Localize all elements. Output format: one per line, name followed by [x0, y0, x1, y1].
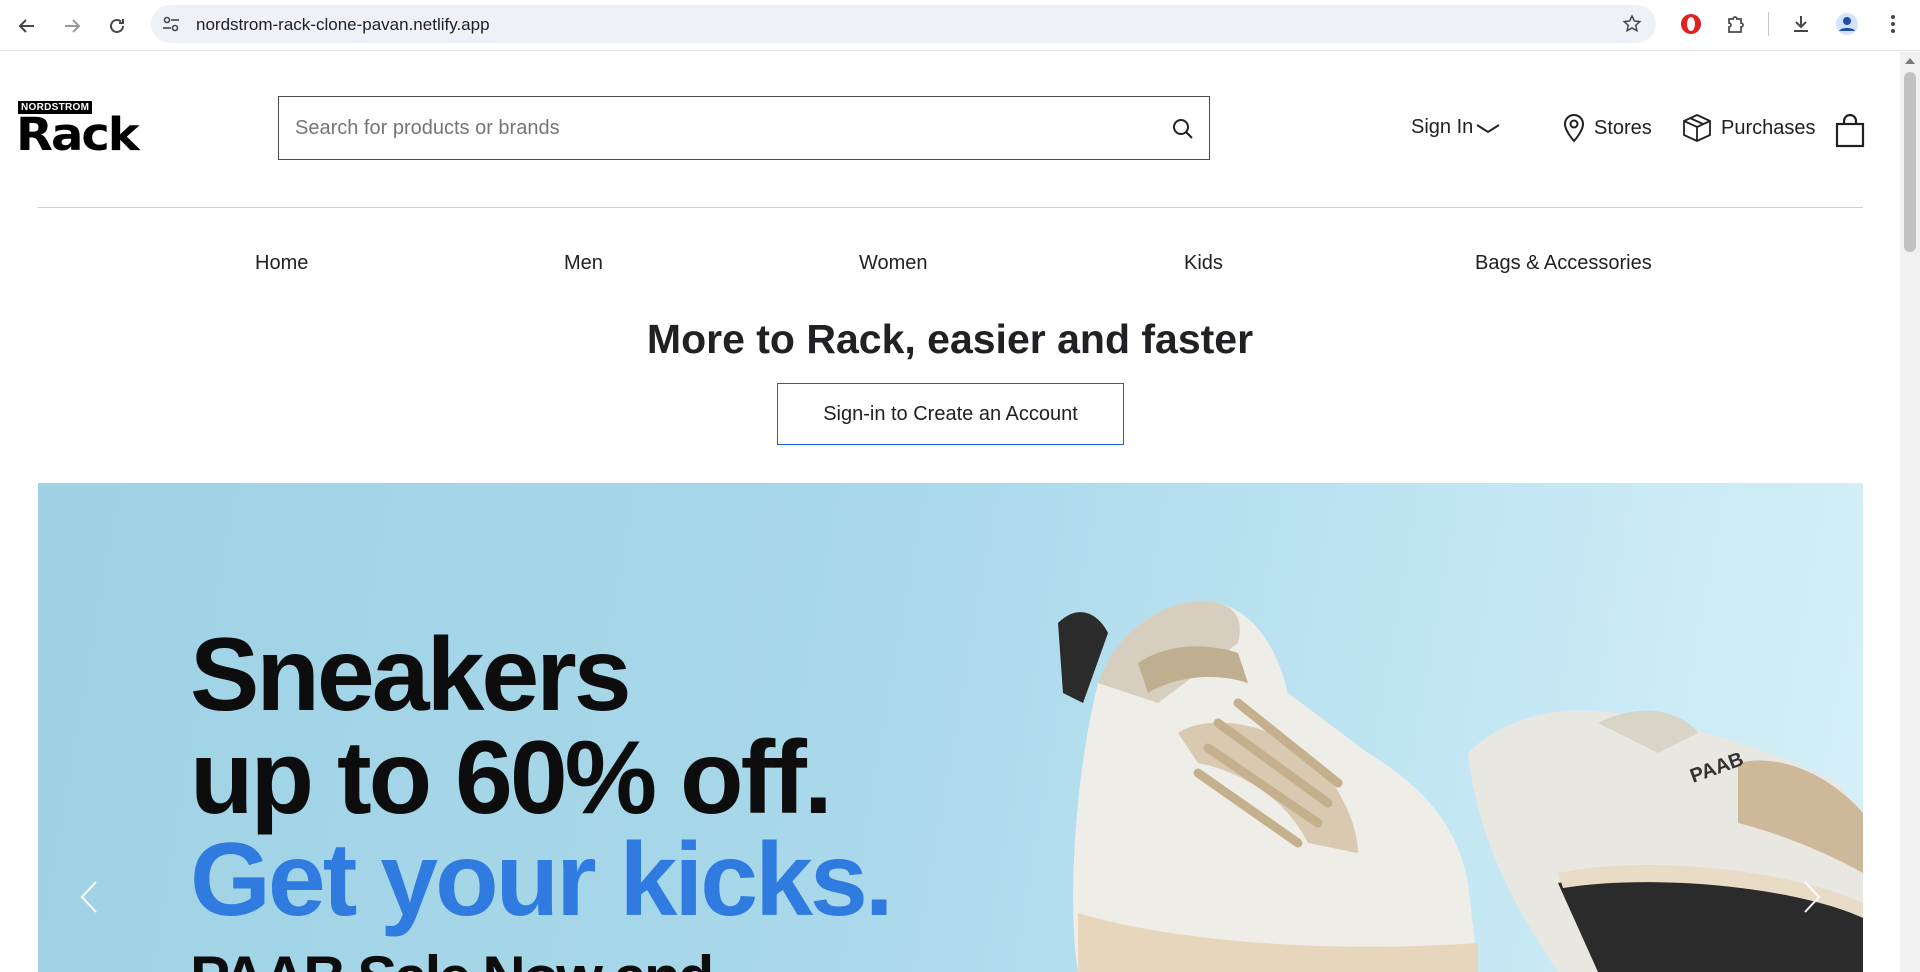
chevron-left-icon	[80, 881, 97, 913]
reload-icon	[110, 18, 124, 33]
page-scrollbar[interactable]	[1900, 52, 1920, 972]
browser-toolbar: nordstrom-rack-clone-pavan.netlify.app	[0, 0, 1920, 51]
toolbar-separator	[1768, 12, 1769, 36]
nav-item-bags-accessories[interactable]: Bags & Accessories	[1475, 252, 1652, 275]
hero-headline-line3: Get your kicks.	[190, 822, 894, 938]
purchases-label: Purchases	[1721, 116, 1816, 139]
reload-button[interactable]	[100, 9, 134, 43]
sign-in-label: Sign In	[1411, 116, 1474, 138]
chevron-down-icon	[1476, 123, 1500, 133]
carousel-next-button[interactable]	[1797, 875, 1827, 919]
hero-headline-line1: Sneakers	[190, 617, 632, 733]
sign-in-menu[interactable]: Sign In	[1411, 116, 1501, 139]
url-text: nordstrom-rack-clone-pavan.netlify.app	[196, 15, 490, 34]
back-button[interactable]	[10, 9, 44, 43]
search-button[interactable]	[1169, 115, 1197, 143]
promo-heading: More to Rack, easier and faster	[646, 316, 1254, 362]
profile-avatar-icon[interactable]	[1833, 10, 1861, 38]
search-input[interactable]	[295, 97, 1145, 159]
chevron-right-icon	[1804, 881, 1821, 913]
scroll-thumb[interactable]	[1904, 72, 1916, 252]
shopping-bag-icon[interactable]	[1835, 113, 1865, 148]
forward-arrow-icon	[65, 19, 81, 33]
package-box-icon	[1683, 114, 1711, 142]
search-icon	[1173, 119, 1193, 139]
stores-label: Stores	[1594, 116, 1652, 139]
stores-link[interactable]: Stores	[1562, 113, 1652, 143]
header-divider	[38, 207, 1863, 208]
back-arrow-icon	[18, 19, 34, 33]
nordstrom-rack-logo[interactable]: NORDSTROM Rack	[16, 101, 166, 162]
nav-item-men[interactable]: Men	[564, 252, 603, 275]
create-account-button[interactable]: Sign-in to Create an Account	[777, 383, 1124, 445]
logo-wordmark-main: Rack	[16, 108, 140, 162]
carousel-prev-button[interactable]	[74, 875, 104, 919]
nav-item-home[interactable]: Home	[255, 252, 308, 275]
forward-button[interactable]	[55, 9, 89, 43]
extensions-puzzle-icon[interactable]	[1722, 10, 1750, 38]
location-pin-icon	[1563, 113, 1585, 143]
sneaker-image: PAAB	[1058, 601, 1863, 972]
browser-menu-icon[interactable]	[1879, 10, 1907, 38]
purchases-link[interactable]: Purchases	[1681, 113, 1816, 143]
hero-headline-line2: up to 60% off.	[190, 720, 833, 836]
site-info-icon[interactable]	[161, 14, 181, 34]
hero-headline-line4: PAAB Sale Now and	[190, 948, 714, 972]
downloads-icon[interactable]	[1787, 10, 1815, 38]
nav-item-kids[interactable]: Kids	[1184, 252, 1223, 275]
bookmark-star-icon[interactable]	[1622, 14, 1642, 34]
opera-extension-icon[interactable]	[1677, 10, 1705, 38]
nav-item-women[interactable]: Women	[859, 252, 928, 275]
search-bar	[278, 96, 1210, 160]
scroll-up-arrow-icon[interactable]	[1905, 58, 1915, 64]
address-bar[interactable]: nordstrom-rack-clone-pavan.netlify.app	[151, 5, 1656, 43]
hero-carousel[interactable]: Sneakers up to 60% off. Get your kicks. …	[38, 483, 1863, 972]
